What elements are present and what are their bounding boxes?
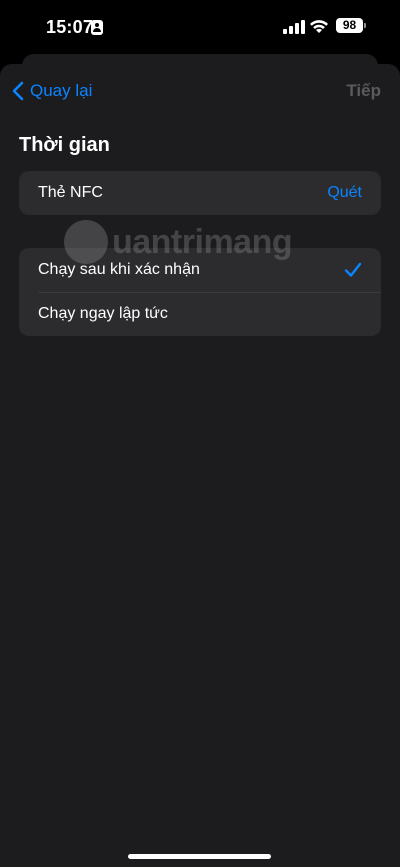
checkmark-icon	[344, 262, 362, 277]
option-run-immediately[interactable]: Chạy ngay lập tức	[19, 292, 381, 336]
cellular-signal-icon	[283, 20, 305, 34]
person-icon	[91, 20, 103, 35]
run-options-group: Chạy sau khi xác nhận Chạy ngay lập tức	[19, 248, 381, 336]
home-indicator[interactable]	[128, 854, 271, 859]
nfc-label: Thẻ NFC	[38, 184, 103, 201]
back-button[interactable]: Quay lại	[12, 80, 92, 102]
status-time: 15:07	[46, 17, 94, 37]
back-label: Quay lại	[30, 81, 93, 100]
chevron-left-icon	[12, 81, 24, 101]
battery-tip	[364, 23, 366, 28]
nfc-row[interactable]: Thẻ NFC Quét	[19, 171, 381, 215]
battery-icon: 98	[336, 18, 363, 33]
option-run-after-confirm[interactable]: Chạy sau khi xác nhận	[19, 248, 381, 292]
next-button[interactable]: Tiếp	[346, 80, 381, 102]
scan-button[interactable]: Quét	[327, 184, 362, 202]
option-label: Chạy ngay lập tức	[38, 305, 168, 322]
option-label: Chạy sau khi xác nhận	[38, 261, 200, 278]
status-bar: 15:07 98	[0, 0, 400, 54]
wifi-icon	[310, 20, 328, 33]
shortcut-sheet: Quay lại Tiếp Thời gian Thẻ NFC Quét Chạ…	[0, 64, 400, 867]
screen: 15:07 98 Quay lại Tiếp Thời gian Thẻ NFC…	[0, 0, 400, 867]
nfc-group: Thẻ NFC Quét	[19, 171, 381, 215]
section-title: Thời gian	[19, 134, 110, 156]
